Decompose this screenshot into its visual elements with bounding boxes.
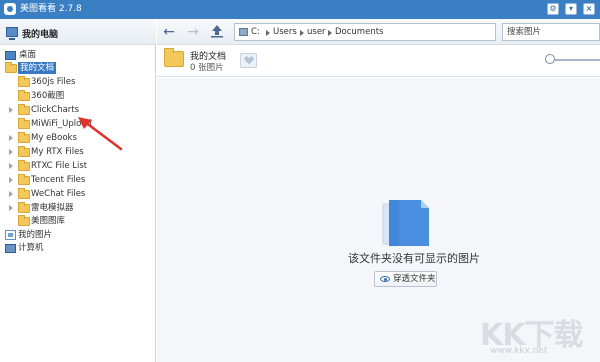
sidebar-item-label: 计算机 [18, 243, 44, 253]
expand-arrow-icon[interactable] [9, 191, 13, 197]
sidebar-item-label: RTXC File List [31, 161, 88, 171]
zoom-slider-track[interactable] [549, 59, 600, 61]
desktop-icon [5, 51, 16, 60]
sidebar-item-label: 美图图库 [31, 216, 66, 226]
sidebar-header[interactable]: 我的电脑 [0, 19, 156, 45]
folder-icon [18, 132, 30, 143]
pictures-icon [5, 230, 16, 240]
sidebar-item-label: 我的图片 [18, 230, 53, 240]
browse-subfolders-label: 穿透文件夹 [393, 274, 436, 284]
empty-folder-image-icon [382, 200, 429, 246]
folder-icon [5, 62, 17, 73]
sidebar-item-label: 360截图 [31, 91, 65, 101]
sidebar-item-360-screenshots[interactable]: 360截图 [0, 90, 156, 103]
search-input[interactable] [502, 23, 600, 41]
sidebar-item-meitu-gallery[interactable]: 美图图库 [0, 215, 156, 228]
sidebar-item-360js-files[interactable]: 360js Files [0, 76, 156, 89]
folder-icon [164, 48, 184, 67]
expand-arrow-icon[interactable] [9, 149, 13, 155]
sidebar-item-label: WeChat Files [31, 189, 86, 199]
browse-subfolders-button[interactable]: 穿透文件夹 [374, 271, 437, 287]
sidebar-item-tencent-files[interactable]: Tencent Files [0, 174, 156, 187]
folder-info-bar: 我的文档 0 张图片 [157, 45, 600, 77]
breadcrumb-user[interactable]: user [307, 27, 326, 37]
back-button[interactable]: ← [161, 24, 177, 40]
watermark-url: www.kkx.net [490, 346, 548, 356]
zoom-slider-handle[interactable] [545, 54, 555, 64]
expand-arrow-icon[interactable] [9, 205, 13, 211]
app-logo-icon [4, 3, 16, 15]
folder-icon [18, 90, 30, 101]
breadcrumb-separator-icon[interactable] [266, 30, 270, 36]
app-title: 美图看看 2.7.8 [20, 4, 82, 14]
sidebar-item-my-documents[interactable]: 我的文档 [0, 62, 156, 75]
watermark: KK下载 www.kkx.net [480, 310, 595, 360]
up-folder-button[interactable] [209, 24, 225, 40]
folder-icon [18, 118, 30, 129]
folder-icon [18, 146, 30, 157]
empty-state-message: 该文件夹没有可显示的图片 [348, 252, 480, 265]
breadcrumb-users[interactable]: Users [273, 27, 297, 37]
sidebar-item-label: My eBooks [31, 133, 77, 143]
folder-icon [18, 202, 30, 213]
breadcrumb-separator-icon[interactable] [328, 30, 332, 36]
expand-arrow-icon[interactable] [9, 107, 13, 113]
breadcrumb-documents[interactable]: Documents [335, 27, 383, 37]
sidebar-title: 我的电脑 [22, 30, 59, 40]
folder-icon [18, 76, 30, 87]
breadcrumb-drive[interactable]: C: [251, 27, 260, 37]
forward-button[interactable]: → [185, 24, 201, 40]
folder-icon [18, 174, 30, 185]
toolbar: ← → C: Users user Documents [157, 19, 600, 45]
settings-button[interactable]: ⚙ [547, 3, 559, 15]
sidebar-item-label: 雷电模拟器 [31, 203, 74, 213]
sidebar-item-label: 360js Files [31, 77, 76, 87]
favorite-button[interactable] [240, 53, 257, 68]
address-bar[interactable]: C: Users user Documents [234, 23, 496, 41]
drive-icon [239, 28, 248, 36]
close-button[interactable]: × [583, 3, 595, 15]
computer-icon [5, 244, 16, 253]
heart-icon [243, 56, 254, 65]
sidebar-item-leidian-emulator[interactable]: 雷电模拟器 [0, 202, 156, 215]
sidebar-item-my-pictures[interactable]: 我的图片 [0, 229, 156, 242]
menu-button[interactable]: ▾ [565, 3, 577, 15]
up-arrow-icon [211, 25, 223, 38]
folder-icon [18, 215, 30, 226]
sidebar-item-label: ClickCharts [31, 105, 80, 115]
expand-arrow-icon[interactable] [9, 135, 13, 141]
my-computer-icon [6, 27, 18, 40]
expand-arrow-icon[interactable] [9, 163, 13, 169]
folder-icon [18, 188, 30, 199]
folder-icon [18, 160, 30, 171]
image-count: 0 张图片 [190, 63, 224, 73]
annotation-arrow [78, 117, 123, 151]
eye-icon [380, 276, 390, 282]
sidebar-item-computer[interactable]: 计算机 [0, 242, 156, 255]
folder-icon [18, 104, 30, 115]
sidebar-item-label: 桌面 [19, 50, 37, 60]
expand-arrow-icon[interactable] [9, 177, 13, 183]
sidebar: 我的电脑 桌面 我的文档 360js Files 360截图 ClickChar… [0, 19, 156, 362]
breadcrumb-separator-icon[interactable] [300, 30, 304, 36]
title-bar: 美图看看 2.7.8 ⚙ ▾ × [0, 0, 600, 19]
sidebar-item-label: 我的文档 [18, 62, 57, 74]
sidebar-item-desktop[interactable]: 桌面 [0, 49, 156, 62]
sidebar-item-wechat-files[interactable]: WeChat Files [0, 188, 156, 201]
sidebar-item-rtxc-file-list[interactable]: RTXC File List [0, 160, 156, 173]
sidebar-item-label: Tencent Files [31, 175, 86, 185]
